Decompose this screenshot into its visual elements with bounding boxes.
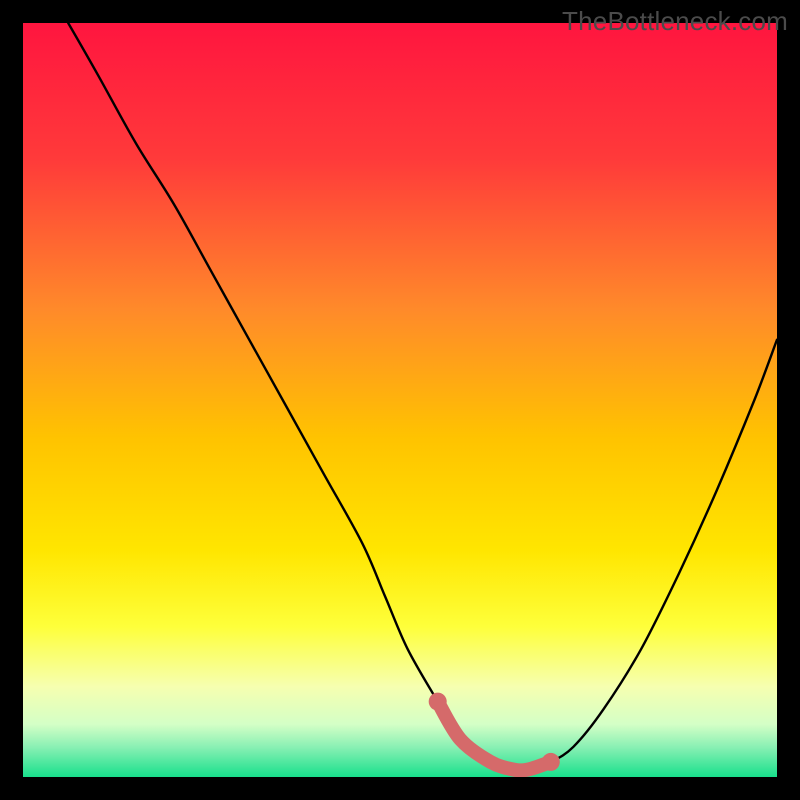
watermark-text: TheBottleneck.com	[562, 6, 788, 37]
highlight-segment	[438, 702, 551, 771]
highlight-dot-left	[429, 693, 447, 711]
bottleneck-curve	[68, 23, 777, 770]
highlight-dot-right	[542, 753, 560, 771]
chart-frame: TheBottleneck.com	[0, 0, 800, 800]
plot-area	[23, 23, 777, 777]
curve-layer	[23, 23, 777, 777]
